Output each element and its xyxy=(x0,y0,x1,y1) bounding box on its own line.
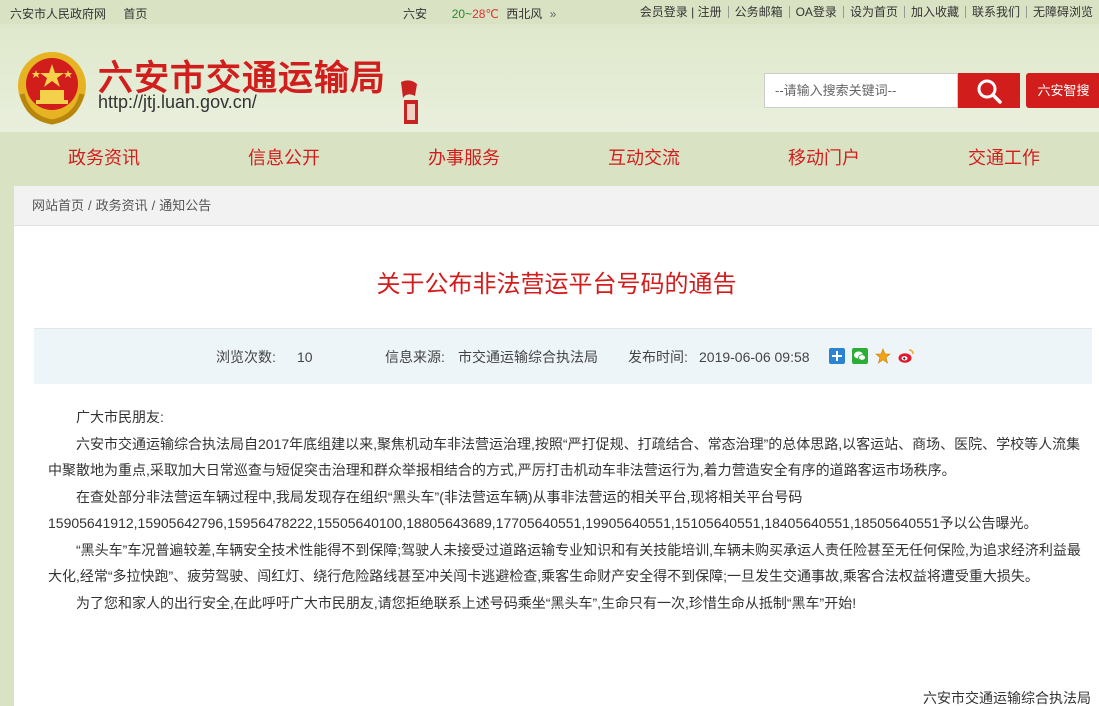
temp-high: 28℃ xyxy=(472,7,499,21)
article-body: 广大市民朋友: 六安市交通运输综合执法局自2017年底组建以来,聚焦机动车非法营… xyxy=(48,404,1093,616)
publish-date: 2019-06-06 09:58 xyxy=(699,349,810,365)
views-count: 10 xyxy=(297,349,313,365)
weather-more-link[interactable]: » xyxy=(550,7,557,21)
nav-services[interactable]: 办事服务 xyxy=(428,144,500,170)
breadcrumb-notices[interactable]: 通知公告 xyxy=(159,198,211,213)
wind-direction: 西北风 xyxy=(506,7,543,21)
add-favorite-link[interactable]: 加入收藏 xyxy=(903,6,965,18)
smart-search-button[interactable]: 六安智搜 xyxy=(1026,73,1099,108)
main-nav: 政务资讯 信息公开 办事服务 互动交流 移动门户 交通工作 xyxy=(0,132,1099,180)
content-panel: 网站首页 / 政务资讯 / 通知公告 关于公布非法营运平台号码的通告 浏览次数: 10 … xyxy=(14,186,1099,706)
oa-login-link[interactable]: OA登录 xyxy=(788,6,843,18)
source-value: 市交通运输综合执法局 xyxy=(458,349,598,365)
gov-site-link[interactable]: 六安市人民政府网 xyxy=(10,7,106,21)
site-url: http://jtj.luan.gov.cn/ xyxy=(98,92,257,112)
mail-link[interactable]: 公务邮箱 xyxy=(727,6,789,18)
date-label: 发布时间: xyxy=(628,349,688,365)
search-input[interactable]: --请输入搜索关键词-- xyxy=(764,73,958,108)
nav-transport-work[interactable]: 交通工作 xyxy=(968,144,1040,170)
set-homepage-link[interactable]: 设为首页 xyxy=(842,6,904,18)
temperature: 20~28℃ xyxy=(452,7,499,21)
share-qzone-icon[interactable] xyxy=(829,348,845,364)
seal-stamp-icon xyxy=(401,80,418,124)
paragraph: “黑头车”车况普遍较差,车辆安全技术性能得不到保障;驾驶人未接受过道路运输专业知… xyxy=(48,541,1081,585)
weather-icon xyxy=(430,8,444,18)
site-header: 六安市交通运输局 http://jtj.luan.gov.cn/ --请输入搜索… xyxy=(0,24,1099,132)
nav-info-disclosure[interactable]: 信息公开 xyxy=(248,144,320,170)
paragraph: 六安市交通运输综合执法局自2017年底组建以来,聚焦机动车非法营运治理,按照“严… xyxy=(48,435,1081,479)
nav-news[interactable]: 政务资讯 xyxy=(68,144,140,170)
paragraph: 在查处部分非法营运车辆过程中,我局发现存在组织“黑头车”(非法营运车辆)从事非法… xyxy=(48,488,1038,532)
breadcrumb-home[interactable]: 网站首页 xyxy=(32,198,84,213)
nav-interaction[interactable]: 互动交流 xyxy=(608,144,680,170)
home-link[interactable]: 首页 xyxy=(123,7,147,21)
weather-widget: 六安 20~28℃ 西北风 » xyxy=(403,5,556,22)
breadcrumb-news[interactable]: 政务资讯 xyxy=(96,198,148,213)
weather-city: 六安 xyxy=(403,7,428,21)
share-wechat-icon[interactable] xyxy=(852,348,868,364)
share-favorite-icon[interactable] xyxy=(875,348,891,364)
search-button[interactable] xyxy=(958,73,1020,108)
source-label: 信息来源: xyxy=(385,349,445,365)
article-title: 关于公布非法营运平台号码的通告 xyxy=(376,271,737,298)
national-emblem-icon xyxy=(18,52,86,125)
nav-mobile[interactable]: 移动门户 xyxy=(788,144,860,170)
signature: 六安市交通运输综合执法局 xyxy=(923,690,1091,706)
contact-link[interactable]: 联系我们 xyxy=(964,6,1026,18)
article-meta: 浏览次数: 10 信息来源: 市交通运输综合执法局 发布时间: 2019-06-… xyxy=(34,328,1092,384)
login-register-link[interactable]: 会员登录 | 注册 xyxy=(634,6,728,18)
top-bar: 六安市人民政府网 首页 六安 20~28℃ 西北风 » 会员登录 | 注册 公务邮… xyxy=(0,0,1099,24)
greeting: 广大市民朋友: xyxy=(76,409,164,425)
search-icon xyxy=(977,79,1002,104)
paragraph: 为了您和家人的出行安全,在此呼吁广大市民朋友,请您拒绝联系上述号码乘坐“黑头车”… xyxy=(76,594,857,611)
views-label: 浏览次数: xyxy=(216,349,276,365)
accessibility-link[interactable]: 无障碍浏览 xyxy=(1025,6,1099,18)
share-weibo-icon[interactable] xyxy=(898,348,914,364)
breadcrumb: 网站首页 / 政务资讯 / 通知公告 xyxy=(14,186,1099,226)
temp-low: 20 xyxy=(451,7,466,21)
